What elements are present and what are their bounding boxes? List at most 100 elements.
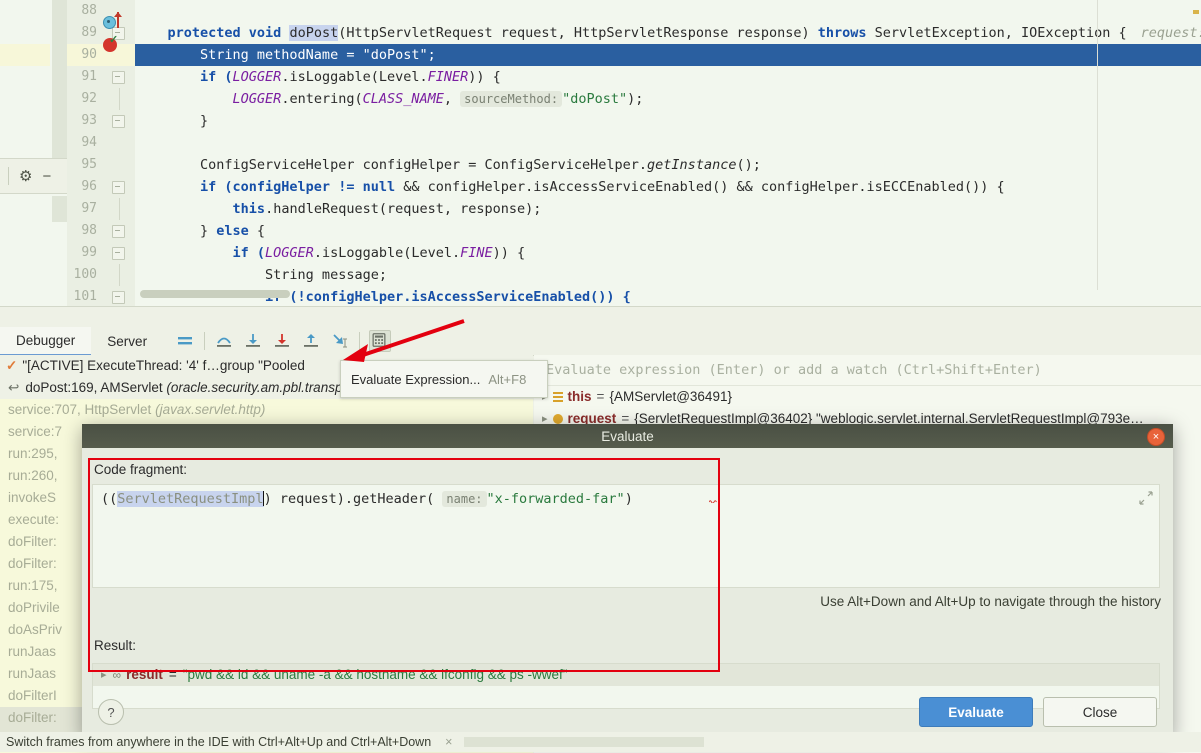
code-seg: String methodName = "doPost"; xyxy=(135,47,436,63)
fold-toggle-icon[interactable] xyxy=(112,181,125,194)
variable-row[interactable]: ▸ this = {AMServlet@36491} xyxy=(534,386,1201,408)
line-number: 92 xyxy=(81,91,97,106)
param-hint: sourceMethod: xyxy=(460,91,563,107)
step-over-icon[interactable] xyxy=(214,331,234,351)
editor-inline-toolbar[interactable]: ⚙ − xyxy=(0,158,67,194)
line-number: 101 xyxy=(73,289,97,304)
code-seg: )) { xyxy=(468,69,501,85)
toolbar-divider xyxy=(359,332,361,350)
frame-label: doFilter: xyxy=(8,534,57,549)
thread-check-icon: ✓ xyxy=(6,358,18,373)
frame-label: service:707, HttpServlet xyxy=(8,402,156,417)
run-to-cursor-icon[interactable] xyxy=(330,331,350,351)
frame-label: invokeS xyxy=(8,490,57,505)
breakpoint-icon[interactable] xyxy=(103,16,116,29)
code-seg: getInstance xyxy=(647,157,737,173)
code-seg xyxy=(135,201,233,217)
frame-label: run:260, xyxy=(8,468,58,483)
evaluate-expression-icon[interactable] xyxy=(369,330,392,352)
gutter-row: 94 xyxy=(67,132,135,154)
fold-toggle-icon[interactable] xyxy=(112,247,125,260)
history-hint: Use Alt+Down and Alt+Up to navigate thro… xyxy=(820,594,1161,609)
line-number: 91 xyxy=(81,69,97,84)
code-seg: LOGGER xyxy=(232,69,282,85)
tab-debugger[interactable]: Debugger xyxy=(0,326,92,356)
debugger-tab-bar[interactable]: Debugger Server xyxy=(0,326,1201,356)
line-number: 88 xyxy=(81,3,97,18)
fold-toggle-icon[interactable] xyxy=(112,71,125,84)
code-content[interactable]: protected void doPost(HttpServletRequest… xyxy=(135,0,1201,306)
frame-row[interactable]: service:707, HttpServlet (javax.servlet.… xyxy=(0,399,533,421)
code-seg: if ( xyxy=(135,245,266,261)
evaluate-button[interactable]: Evaluate xyxy=(919,697,1033,727)
code-seg: (HttpServletRequest request, HttpServlet… xyxy=(338,25,818,41)
code-seg: ServletException, IOException { xyxy=(866,25,1127,41)
close-icon[interactable]: × xyxy=(1147,428,1165,446)
gutter-row: 100 xyxy=(67,264,135,286)
gutter-row: 89 xyxy=(67,22,135,44)
code-seg: FINER xyxy=(427,69,469,85)
tab-server[interactable]: Server xyxy=(91,328,163,355)
fold-toggle-icon[interactable] xyxy=(112,291,125,304)
code-line: ConfigServiceHelper configHelper = Confi… xyxy=(135,154,1201,176)
editor-marker[interactable] xyxy=(1193,10,1199,14)
dialog-title-bar: Evaluate × xyxy=(82,424,1173,448)
code-seg: LOGGER xyxy=(265,245,314,261)
line-number: 96 xyxy=(81,179,97,194)
gutter-row: 90 xyxy=(67,44,135,66)
gutter-row: 99 xyxy=(67,242,135,264)
param-hint: request: xyxy=(1140,25,1201,41)
frame-label: service:7 xyxy=(8,424,63,439)
watch-input[interactable]: Evaluate expression (Enter) or add a wat… xyxy=(534,355,1201,386)
code-seg: .isLoggable(Level. xyxy=(281,69,428,85)
expand-editor-icon[interactable] xyxy=(1139,491,1153,505)
code-seg: .entering( xyxy=(281,91,363,107)
help-button[interactable]: ? xyxy=(98,699,124,725)
frames-list-icon[interactable] xyxy=(175,331,195,351)
fold-toggle-icon[interactable] xyxy=(112,225,125,238)
code-fragment-input[interactable]: ((ServletRequestImpl) request).getHeader… xyxy=(92,484,1160,588)
gutter-row: 96 xyxy=(67,176,135,198)
result-name: result xyxy=(126,667,163,682)
force-step-into-icon[interactable] xyxy=(272,331,292,351)
code-seg: .handleRequest(request, response); xyxy=(265,201,542,217)
editor-gutter[interactable]: 88 89 90 91 92 93 94 95 96 97 98 99 100 … xyxy=(67,0,135,306)
close-button[interactable]: Close xyxy=(1043,697,1157,727)
tooltip-label: Evaluate Expression... xyxy=(351,371,481,387)
cf-prefix: (( xyxy=(101,491,118,507)
status-close-icon[interactable]: × xyxy=(445,735,452,749)
chevron-right-icon[interactable]: ▸ xyxy=(101,664,107,686)
frame-label: doFilterI xyxy=(8,688,57,703)
editor-horizontal-scrollbar[interactable] xyxy=(140,290,290,298)
object-icon xyxy=(552,391,563,403)
evaluate-dialog[interactable]: Evaluate × Code fragment: ((ServletReque… xyxy=(82,424,1173,738)
result-row[interactable]: ▸ ∞ result = "pwd && id && uname -a && h… xyxy=(93,664,1159,686)
code-seg: && configHelper.isAccessServiceEnabled()… xyxy=(395,179,1005,195)
equals-sign: = xyxy=(596,389,605,404)
code-fragment-text: ((ServletRequestImpl) request).getHeader… xyxy=(101,491,633,507)
code-editor[interactable]: ⚙ − 88 89 90 91 92 93 94 95 96 97 98 99 … xyxy=(0,0,1201,306)
code-seg: )) { xyxy=(492,245,526,261)
fold-guide xyxy=(119,88,120,110)
debugger-toolbar[interactable] xyxy=(175,330,392,352)
frame-label: doFilter: xyxy=(8,710,57,725)
step-out-icon[interactable] xyxy=(301,331,321,351)
gutter-row: 88 xyxy=(67,0,135,22)
error-squiggle-icon xyxy=(709,500,717,503)
cf-arg: "x-forwarded-far" xyxy=(486,491,625,507)
frame-label: doFilter: xyxy=(8,556,57,571)
chain-icon: ∞ xyxy=(112,668,122,682)
breakpoint-verified-icon[interactable] xyxy=(103,33,118,52)
fold-toggle-icon[interactable] xyxy=(112,115,125,128)
code-seg xyxy=(135,91,233,107)
frame-label: doAsPriv xyxy=(8,622,63,637)
status-bar: Switch frames from anywhere in the IDE w… xyxy=(0,732,1201,752)
gutter-row: 95 xyxy=(67,154,135,176)
code-line: String message; xyxy=(135,264,1201,286)
minus-icon[interactable]: − xyxy=(42,168,51,185)
line-number: 95 xyxy=(81,157,97,172)
code-line: LOGGER.entering(CLASS_NAME, sourceMethod… xyxy=(135,88,1201,110)
step-into-icon[interactable] xyxy=(243,331,263,351)
gear-icon[interactable]: ⚙ xyxy=(19,167,32,185)
